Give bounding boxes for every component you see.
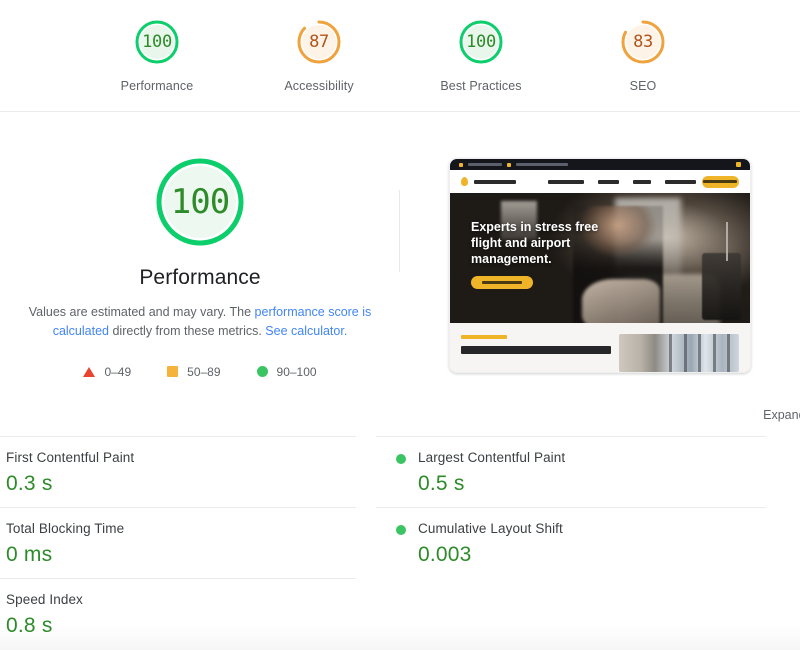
mini-gauge-best-practices: 100 bbox=[457, 18, 505, 66]
metric-name: First Contentful Paint bbox=[6, 450, 134, 465]
score-item-best-practices[interactable]: 100 Best Practices bbox=[436, 18, 526, 93]
legend-range: 0–49 bbox=[104, 365, 131, 379]
hero-line-1: Experts in stress free bbox=[471, 219, 645, 235]
final-screenshot-panel: Experts in stress free flight and airpor… bbox=[400, 154, 800, 382]
triangle-icon bbox=[83, 367, 95, 377]
metric-name: Speed Index bbox=[6, 592, 83, 607]
hero-cta-button bbox=[471, 276, 533, 289]
score-label: Accessibility bbox=[284, 79, 353, 93]
hero-line-3: management. bbox=[471, 251, 645, 267]
mini-gauge-value: 100 bbox=[466, 34, 496, 51]
mini-gauge-seo: 83 bbox=[619, 18, 667, 66]
metric-row[interactable]: Largest Contentful Paint 0.5 s bbox=[376, 436, 766, 507]
status-dot-icon bbox=[396, 525, 406, 535]
score-legend: 0–49 50–89 90–100 bbox=[83, 365, 316, 379]
circle-icon bbox=[257, 366, 268, 377]
metrics-column-left: First Contentful Paint 0.3 s Total Block… bbox=[0, 436, 356, 649]
metric-value: 0.003 bbox=[418, 543, 563, 567]
section-heading bbox=[461, 346, 611, 354]
score-label: Best Practices bbox=[440, 79, 521, 93]
hero-suitcase-handle bbox=[726, 222, 728, 261]
category-summary-panel: 100 Performance Values are estimated and… bbox=[0, 154, 400, 382]
site-logo-icon bbox=[461, 177, 468, 186]
mail-icon bbox=[507, 163, 511, 167]
score-item-performance[interactable]: 100 Performance bbox=[112, 18, 202, 93]
metric-name: Total Blocking Time bbox=[6, 521, 124, 536]
metric-name: Largest Contentful Paint bbox=[418, 450, 565, 465]
status-dot-icon bbox=[396, 454, 406, 464]
metric-value: 0.8 s bbox=[6, 614, 83, 638]
metrics-columns: First Contentful Paint 0.3 s Total Block… bbox=[0, 436, 800, 649]
metrics-header: METRICS Expand view bbox=[0, 402, 800, 436]
site-logo-text bbox=[474, 180, 515, 184]
metric-name: Cumulative Layout Shift bbox=[418, 521, 563, 536]
metric-row[interactable]: Cumulative Layout Shift 0.003 bbox=[376, 507, 766, 578]
legend-range: 50–89 bbox=[187, 365, 220, 379]
thumbnail-site-nav bbox=[450, 170, 750, 193]
topbar-phone-text bbox=[468, 163, 502, 166]
score-label: Performance bbox=[121, 79, 194, 93]
hero-suitcase bbox=[702, 253, 741, 321]
metric-row[interactable]: Total Blocking Time 0 ms bbox=[0, 507, 356, 578]
hero-copy: Experts in stress free flight and airpor… bbox=[471, 219, 645, 289]
expand-view-link[interactable]: Expand view bbox=[763, 408, 800, 422]
description-prefix: Values are estimated and may vary. The bbox=[29, 305, 255, 319]
performance-gauge-value: 100 bbox=[171, 185, 229, 219]
thumbnail-site-topbar bbox=[450, 159, 750, 170]
page-screenshot-thumbnail[interactable]: Experts in stress free flight and airpor… bbox=[449, 158, 751, 373]
mini-gauge-performance: 100 bbox=[133, 18, 181, 66]
social-icon bbox=[736, 162, 741, 167]
metric-row[interactable]: First Contentful Paint 0.3 s bbox=[0, 436, 356, 507]
category-description: Values are estimated and may vary. The p… bbox=[19, 303, 381, 342]
legend-item-poor: 0–49 bbox=[83, 365, 131, 379]
metrics-column-right: Largest Contentful Paint 0.5 s Cumulativ… bbox=[376, 436, 766, 649]
performance-gauge: 100 bbox=[152, 154, 248, 250]
metric-value: 0.3 s bbox=[6, 472, 134, 496]
see-calculator-link[interactable]: See calculator. bbox=[265, 324, 347, 338]
mini-gauge-value: 100 bbox=[142, 34, 172, 51]
pagespeed-report-page: 100 Performance 87 Accessibility 100 bbox=[0, 0, 800, 650]
phone-icon bbox=[459, 163, 463, 167]
score-item-seo[interactable]: 83 SEO bbox=[598, 18, 688, 93]
mini-gauge-accessibility: 87 bbox=[295, 18, 343, 66]
category-score-strip: 100 Performance 87 Accessibility 100 bbox=[0, 0, 800, 112]
mini-gauge-value: 83 bbox=[633, 34, 653, 51]
score-item-accessibility[interactable]: 87 Accessibility bbox=[274, 18, 364, 93]
topbar-email-text bbox=[516, 163, 568, 166]
legend-item-good: 90–100 bbox=[257, 365, 317, 379]
nav-links bbox=[548, 180, 696, 184]
thumbnail-hero: Experts in stress free flight and airpor… bbox=[450, 193, 750, 323]
score-label: SEO bbox=[630, 79, 657, 93]
nav-link-our-services bbox=[548, 180, 584, 184]
metrics-section: METRICS Expand view First Contentful Pai… bbox=[0, 402, 800, 649]
metric-row[interactable]: Speed Index 0.8 s bbox=[0, 578, 356, 649]
metric-value: 0.5 s bbox=[418, 472, 565, 496]
vertical-divider bbox=[399, 190, 400, 272]
nav-link-news bbox=[633, 180, 651, 184]
description-middle: directly from these metrics. bbox=[109, 324, 265, 338]
nav-link-contact-us bbox=[665, 180, 696, 184]
hero-line-2: flight and airport bbox=[471, 235, 645, 251]
category-title: Performance bbox=[139, 266, 260, 290]
metric-value: 0 ms bbox=[6, 543, 124, 567]
section-photo bbox=[619, 334, 739, 372]
nav-cta-button bbox=[702, 176, 739, 188]
mini-gauge-value: 87 bbox=[309, 34, 329, 51]
nav-link-about bbox=[598, 180, 619, 184]
legend-range: 90–100 bbox=[277, 365, 317, 379]
square-icon bbox=[167, 366, 178, 377]
thumbnail-below-fold bbox=[450, 323, 750, 373]
section-eyebrow bbox=[461, 335, 507, 339]
legend-item-average: 50–89 bbox=[167, 365, 220, 379]
performance-category-section: 100 Performance Values are estimated and… bbox=[0, 112, 800, 402]
